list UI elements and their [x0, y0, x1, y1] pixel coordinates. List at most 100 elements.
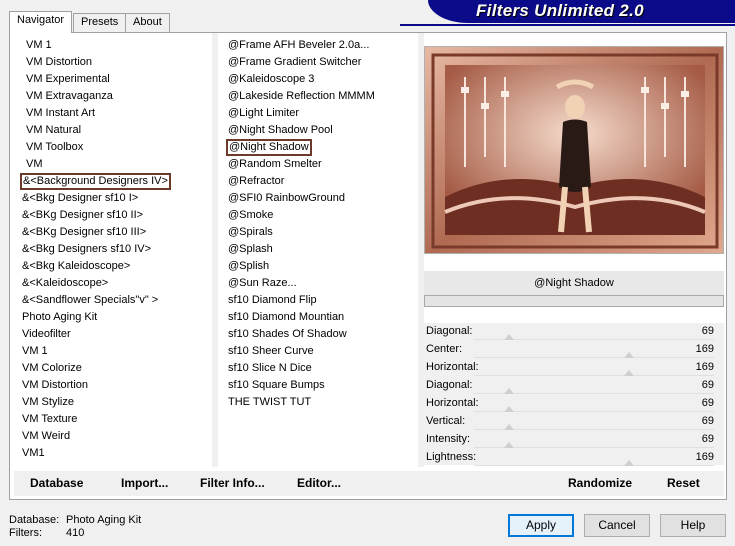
tab-navigator[interactable]: Navigator [9, 11, 73, 33]
category-item[interactable]: VM Texture [20, 411, 79, 428]
category-item[interactable]: VM1 [20, 445, 47, 462]
param-slider-thumb[interactable] [504, 442, 514, 448]
tab-about[interactable]: About [125, 13, 170, 32]
filter-item[interactable]: sf10 Slice N Dice [226, 360, 314, 377]
category-item[interactable]: VM 1 [24, 37, 54, 54]
database-label: Database: [9, 514, 60, 526]
param-label: Lightness: [426, 451, 477, 463]
category-item[interactable]: VM [24, 156, 45, 173]
param-value: 169 [695, 451, 714, 463]
filter-item[interactable]: @Light Limiter [226, 105, 301, 122]
category-item[interactable]: VM Experimental [24, 71, 112, 88]
category-item[interactable]: VM Natural [24, 122, 83, 139]
preview-artwork [425, 47, 723, 253]
param-row[interactable]: Center: 169 [424, 341, 724, 359]
filter-item[interactable]: @Kaleidoscope 3 [226, 71, 316, 88]
list-divider [212, 33, 218, 467]
database-value: Photo Aging Kit [66, 514, 142, 526]
banner-title: Filters Unlimited 2.0 [476, 1, 644, 20]
filter-info-button[interactable]: Filter Info... [200, 476, 265, 490]
category-item[interactable]: &<Bkg Designer sf10 I> [20, 190, 140, 207]
category-item[interactable]: &<BKg Designer sf10 II> [20, 207, 145, 224]
database-button[interactable]: Database [30, 476, 83, 490]
param-row[interactable]: Vertical: 69 [424, 413, 724, 431]
param-slider-track[interactable] [474, 357, 714, 358]
category-item[interactable]: &<BKg Designer sf10 III> [20, 224, 148, 241]
category-item[interactable]: VM 1 [20, 343, 50, 360]
category-item[interactable]: VM Colorize [20, 360, 84, 377]
filter-item[interactable]: @Spirals [226, 224, 275, 241]
filter-item[interactable]: THE TWIST TUT [226, 394, 313, 411]
param-label: Center: [426, 343, 463, 355]
param-slider-thumb[interactable] [504, 334, 514, 340]
reset-button[interactable]: Reset [667, 476, 700, 490]
filter-item[interactable]: sf10 Shades Of Shadow [226, 326, 349, 343]
param-slider-thumb[interactable] [504, 388, 514, 394]
filter-item[interactable]: @Night Shadow Pool [226, 122, 335, 139]
filter-item[interactable]: @Frame Gradient Switcher [226, 54, 363, 71]
filter-list[interactable]: @Frame AFH Beveler 2.0a... @Frame Gradien… [220, 37, 416, 465]
param-row[interactable]: Horizontal: 69 [424, 395, 724, 413]
param-value: 169 [695, 361, 714, 373]
category-item[interactable]: Photo Aging Kit [20, 309, 99, 326]
randomize-button[interactable]: Randomize [568, 476, 632, 490]
category-item[interactable]: VM Stylize [20, 394, 76, 411]
param-slider-track[interactable] [474, 465, 714, 466]
parameter-sliders: Diagonal: 69 Center: 169 Horizontal: 169 Diago… [424, 323, 724, 467]
help-button[interactable]: Help [660, 514, 726, 537]
category-item[interactable]: &<Bkg Kaleidoscope> [20, 258, 132, 275]
category-item[interactable]: VM Distortion [20, 377, 90, 394]
param-value: 69 [701, 415, 714, 427]
category-item[interactable]: &<Bkg Designers sf10 IV> [20, 241, 153, 258]
apply-button[interactable]: Apply [508, 514, 574, 537]
param-slider-thumb[interactable] [504, 424, 514, 430]
filter-item[interactable]: @Lakeside Reflection MMMM [226, 88, 377, 105]
title-banner: Filters Unlimited 2.0 [428, 0, 735, 23]
param-label: Vertical: [426, 415, 466, 427]
category-item-selected[interactable]: &<Background Designers IV> [20, 173, 171, 190]
filter-item[interactable]: @Frame AFH Beveler 2.0a... [226, 37, 371, 54]
param-row[interactable]: Lightness: 169 [424, 449, 724, 467]
category-item[interactable]: VM Instant Art [24, 105, 97, 122]
category-item[interactable]: VM Extravaganza [24, 88, 115, 105]
filter-item[interactable]: @Smoke [226, 207, 275, 224]
category-item[interactable]: VM Toolbox [24, 139, 85, 156]
filter-item[interactable]: @Refractor [226, 173, 286, 190]
category-item[interactable]: &<Kaleidoscope> [20, 275, 110, 292]
filter-item[interactable]: @Splish [226, 258, 271, 275]
filter-item[interactable]: @SFI0 RainbowGround [226, 190, 347, 207]
import-button[interactable]: Import... [121, 476, 168, 490]
param-row[interactable]: Intensity: 69 [424, 431, 724, 449]
param-row[interactable]: Diagonal: 69 [424, 323, 724, 341]
filter-item[interactable]: @Sun Raze... [226, 275, 299, 292]
param-value: 69 [701, 397, 714, 409]
navigator-panel: VM 1 VM Distortion VM Experimental VM Extra… [9, 32, 727, 500]
param-row[interactable]: Diagonal: 69 [424, 377, 724, 395]
filter-item[interactable]: sf10 Square Bumps [226, 377, 327, 394]
filter-item[interactable]: @Splash [226, 241, 275, 258]
param-value: 69 [701, 379, 714, 391]
current-filter-name: @Night Shadow [424, 271, 724, 295]
filter-item[interactable]: @Random Smelter [226, 156, 324, 173]
tab-presets[interactable]: Presets [73, 13, 127, 32]
param-slider-thumb[interactable] [504, 406, 514, 412]
param-slider-thumb[interactable] [624, 460, 634, 466]
param-row[interactable]: Horizontal: 169 [424, 359, 724, 377]
filter-item[interactable]: sf10 Diamond Mountian [226, 309, 346, 326]
param-slider-thumb[interactable] [624, 370, 634, 376]
filter-item[interactable]: sf10 Sheer Curve [226, 343, 316, 360]
filter-item-selected[interactable]: @Night Shadow [226, 139, 312, 156]
category-item[interactable]: VM Distortion [24, 54, 94, 71]
param-slider-track[interactable] [474, 375, 714, 376]
category-item[interactable]: &<Sandflower Specials"v" > [20, 292, 160, 309]
category-list[interactable]: VM 1 VM Distortion VM Experimental VM Extra… [14, 37, 210, 465]
param-label: Diagonal: [426, 379, 473, 391]
filter-item[interactable]: sf10 Diamond Flip [226, 292, 319, 309]
editor-button[interactable]: Editor... [297, 476, 341, 490]
preview-image[interactable] [424, 46, 724, 254]
cancel-button[interactable]: Cancel [584, 514, 650, 537]
panel-button-strip: Database Import... Filter Info... Editor… [14, 471, 724, 496]
param-slider-thumb[interactable] [624, 352, 634, 358]
category-item[interactable]: VM Weird [20, 428, 72, 445]
category-item[interactable]: Videofilter [20, 326, 73, 343]
